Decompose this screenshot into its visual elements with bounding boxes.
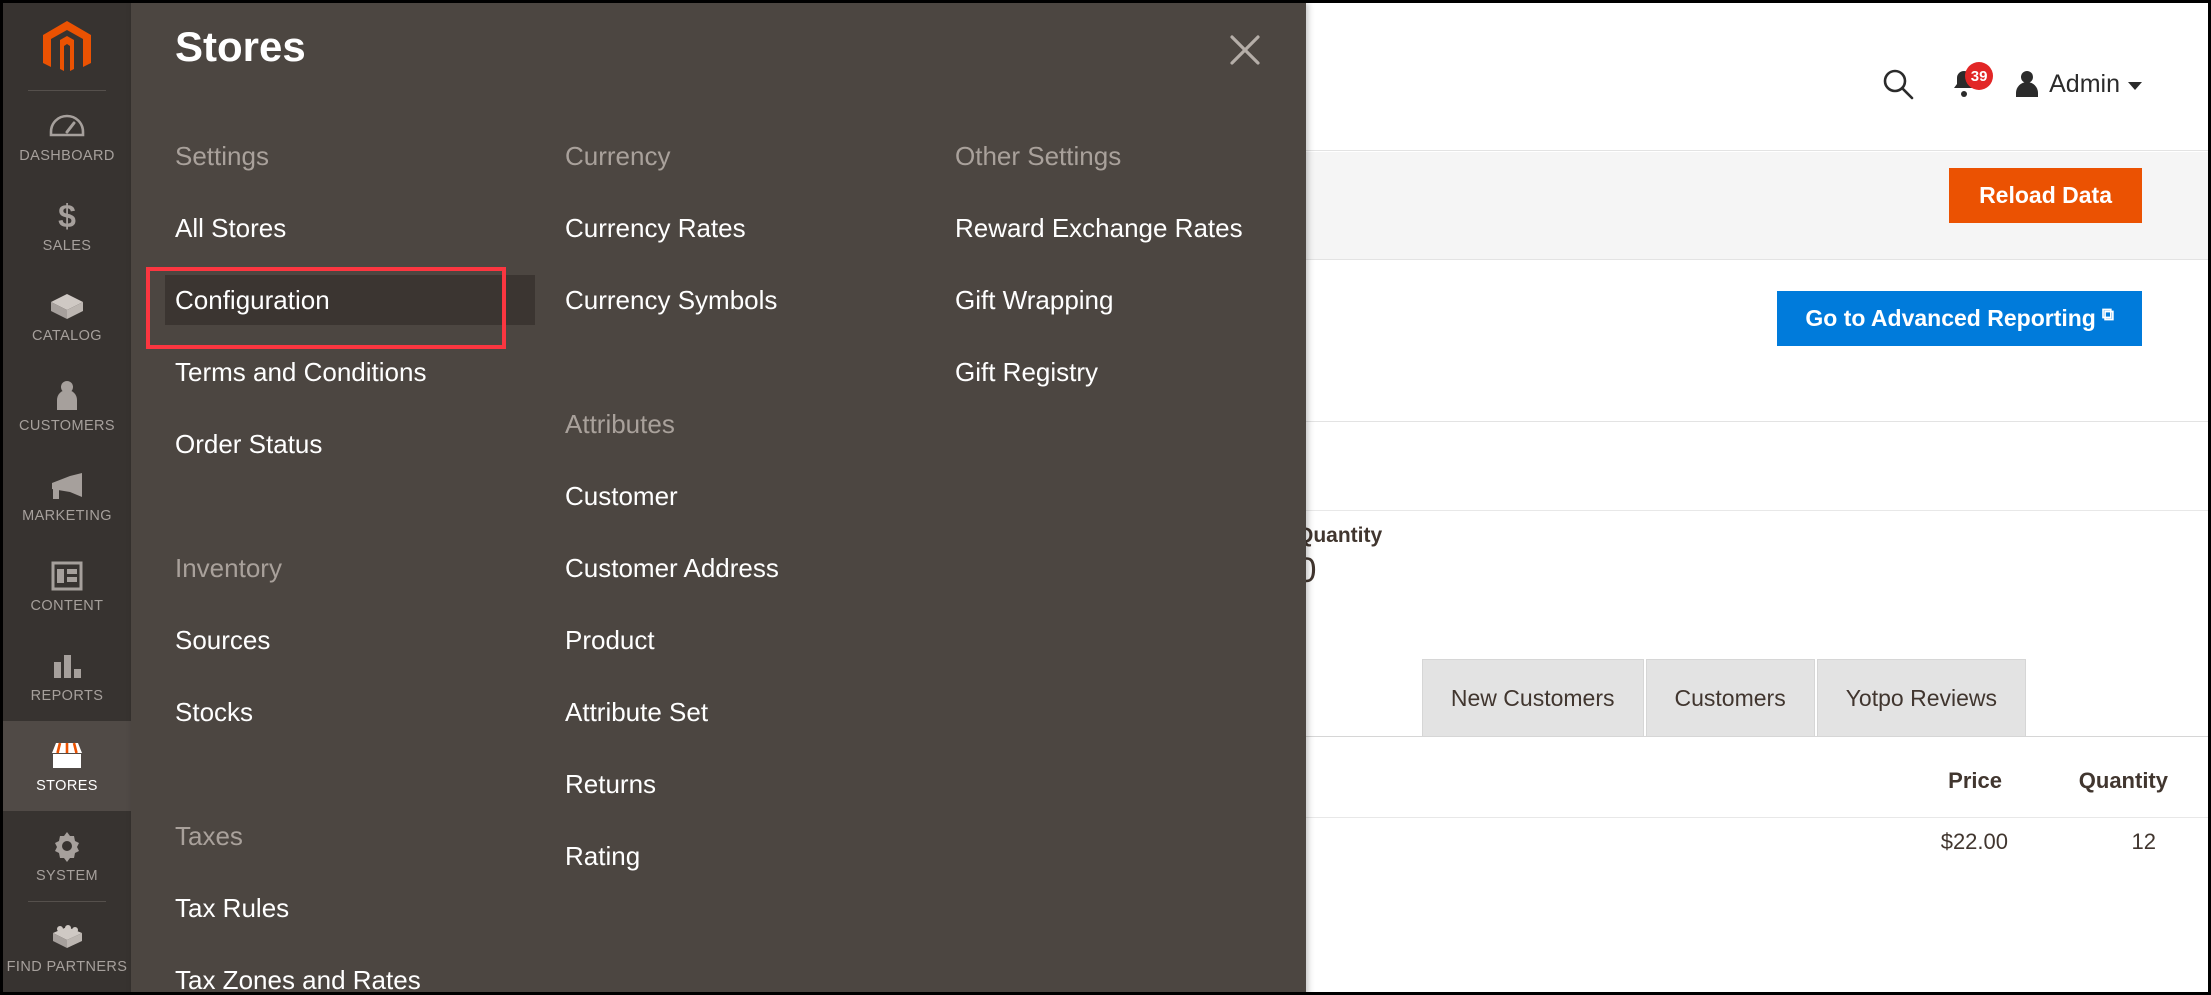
menu-item-sources[interactable]: Sources	[175, 615, 535, 665]
sidebar-item-label: Content	[30, 597, 104, 614]
primary-sidebar: Dashboard $ Sales Catalog Customers Mark…	[3, 3, 131, 992]
sidebar-item-customers[interactable]: Customers	[3, 361, 131, 451]
menu-item-configuration[interactable]: Configuration	[165, 275, 535, 325]
tab-yotpo-reviews[interactable]: Yotpo Reviews	[1816, 659, 2026, 736]
group-title-currency: Currency	[565, 141, 671, 171]
notification-count-badge: 39	[1965, 62, 1994, 90]
storefront-icon	[48, 739, 86, 773]
sidebar-item-label: Customers	[19, 417, 115, 434]
column-header-quantity: Quantity	[2078, 768, 2168, 793]
go-to-advanced-reporting-button[interactable]: Go to Advanced Reporting ⧉	[1777, 291, 2142, 346]
menu-item-returns[interactable]: Returns	[565, 759, 925, 809]
megaphone-icon	[48, 469, 86, 503]
search-icon[interactable]	[1881, 67, 1915, 101]
sidebar-item-stores[interactable]: Stores	[3, 721, 131, 811]
menu-item-gift-registry[interactable]: Gift Registry	[955, 347, 1285, 397]
dashboard-icon	[48, 109, 86, 143]
menu-item-terms-and-conditions[interactable]: Terms and Conditions	[175, 347, 535, 397]
mega-menu-title: Stores	[175, 23, 306, 70]
menu-item-customer[interactable]: Customer	[565, 471, 925, 521]
mega-column-settings: Settings All Stores Configuration Terms …	[165, 141, 535, 992]
admin-user-name: Admin	[2049, 69, 2120, 98]
menu-item-gift-wrapping[interactable]: Gift Wrapping	[955, 275, 1285, 325]
admin-user-menu[interactable]: Admin	[2013, 69, 2142, 99]
sidebar-item-dashboard[interactable]: Dashboard	[3, 91, 131, 181]
sidebar-item-label: Find Partners	[6, 958, 128, 975]
stat-label: Quantity	[1297, 524, 1383, 547]
sidebar-item-label: Stores	[36, 777, 98, 794]
menu-item-tax-zones-and-rates[interactable]: Tax Zones and Rates	[175, 955, 535, 992]
tab-new-customers[interactable]: New Customers	[1421, 659, 1644, 736]
menu-item-order-status[interactable]: Order Status	[175, 419, 535, 469]
cell-quantity: 12	[2131, 829, 2156, 854]
menu-item-rating[interactable]: Rating	[565, 831, 925, 881]
group-title-other-settings: Other Settings	[955, 141, 1122, 171]
mega-column-currency: Currency Currency Rates Currency Symbols…	[565, 143, 925, 903]
group-title-settings: Settings	[175, 141, 269, 171]
svg-text:$: $	[58, 199, 76, 233]
menu-item-currency-rates[interactable]: Currency Rates	[565, 203, 925, 253]
chevron-down-icon	[2128, 82, 2142, 90]
sidebar-item-label: System	[35, 867, 99, 884]
gear-icon	[48, 829, 86, 863]
advanced-reporting-button-label: Go to Advanced Reporting	[1805, 305, 2096, 331]
tabs-end-spacer	[2028, 659, 2208, 736]
box-icon	[48, 289, 86, 323]
sidebar-item-find-partners[interactable]: Find Partners	[3, 902, 131, 992]
close-icon[interactable]	[1222, 27, 1268, 73]
user-avatar-icon	[2016, 71, 2039, 97]
menu-item-customer-address[interactable]: Customer Address	[565, 543, 925, 593]
menu-item-attribute-set[interactable]: Attribute Set	[565, 687, 925, 737]
brick-icon	[48, 920, 86, 954]
admin-window: Dashboard $ Sales Catalog Customers Mark…	[0, 0, 2211, 995]
sidebar-item-reports[interactable]: Reports	[3, 631, 131, 721]
sidebar-item-marketing[interactable]: Marketing	[3, 451, 131, 541]
sidebar-item-label: Sales	[42, 237, 92, 254]
layout-icon	[48, 559, 86, 593]
menu-item-all-stores[interactable]: All Stores	[175, 203, 535, 253]
notifications-button[interactable]: 39	[1949, 62, 1994, 101]
menu-item-tax-rules[interactable]: Tax Rules	[175, 883, 535, 933]
menu-item-reward-exchange-rates[interactable]: Reward Exchange Rates	[955, 203, 1285, 253]
sidebar-item-label: Reports	[30, 687, 104, 704]
mega-column-other-settings: Other Settings Reward Exchange Rates Gif…	[955, 143, 1285, 419]
tab-customers[interactable]: Customers	[1645, 659, 1815, 736]
external-link-icon: ⧉	[2101, 305, 2114, 324]
dollar-icon: $	[48, 199, 86, 233]
sidebar-item-system[interactable]: System	[3, 811, 131, 901]
magento-logo[interactable]	[3, 3, 131, 90]
group-title-attributes: Attributes	[565, 409, 675, 439]
sidebar-item-content[interactable]: Content	[3, 541, 131, 631]
reload-data-button[interactable]: Reload Data	[1949, 168, 2142, 223]
person-icon	[48, 379, 86, 413]
sidebar-item-label: Marketing	[22, 507, 112, 524]
bar-chart-icon	[48, 649, 86, 683]
group-title-inventory: Inventory	[175, 553, 282, 583]
sidebar-item-label: Dashboard	[19, 147, 115, 164]
sidebar-item-label: Catalog	[32, 327, 102, 344]
menu-item-product[interactable]: Product	[565, 615, 925, 665]
menu-item-currency-symbols[interactable]: Currency Symbols	[565, 275, 925, 325]
cell-price: $22.00	[1940, 829, 2008, 854]
sidebar-item-catalog[interactable]: Catalog	[3, 271, 131, 361]
stores-mega-menu-panel: Stores Settings All Stores Configuration…	[131, 3, 1306, 992]
menu-item-stocks[interactable]: Stocks	[175, 687, 535, 737]
sidebar-item-sales[interactable]: $ Sales	[3, 181, 131, 271]
stat-quantity: Quantity 0	[1297, 524, 1382, 591]
header-actions: 39 Admin	[1881, 62, 2142, 101]
column-header-price: Price	[1948, 768, 2002, 793]
group-title-taxes: Taxes	[175, 821, 243, 851]
